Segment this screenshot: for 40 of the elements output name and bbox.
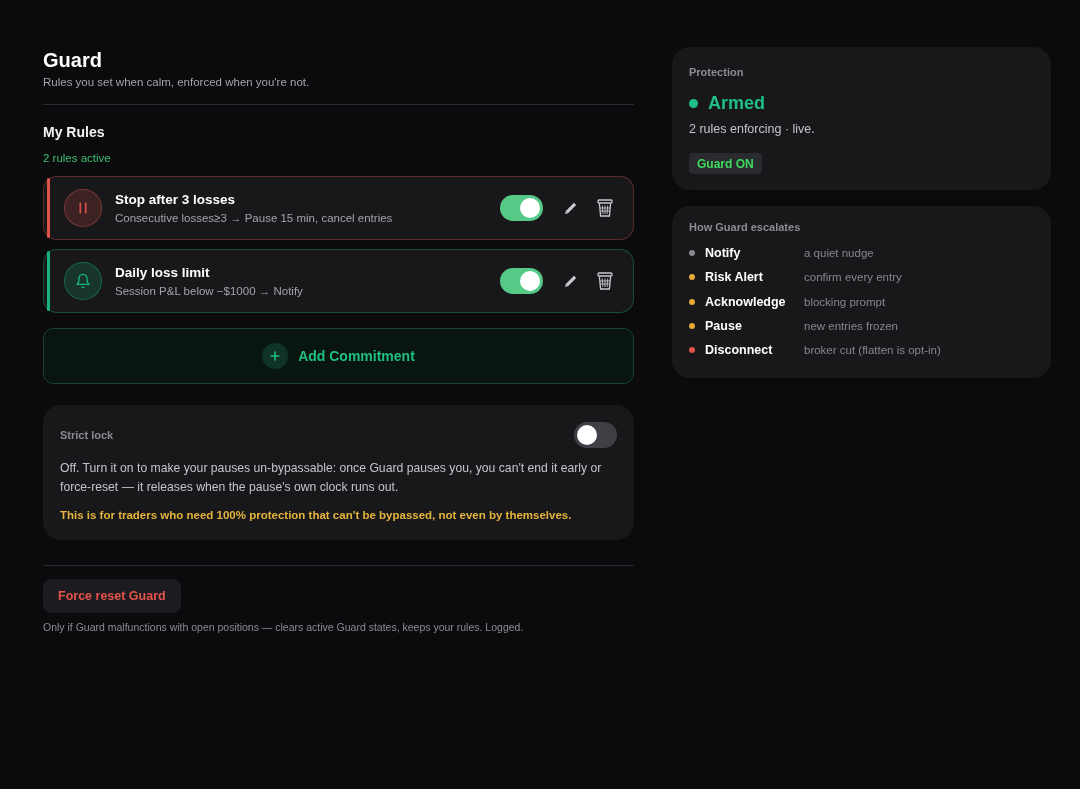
add-commitment-button[interactable]: Add Commitment bbox=[43, 328, 634, 384]
level-name: Notify bbox=[705, 246, 742, 261]
rule-title: Daily loss limit bbox=[115, 263, 211, 282]
level-name: Acknowledge bbox=[705, 294, 787, 309]
toggle-switch[interactable] bbox=[500, 268, 543, 294]
rule-detail: Consecutive losses≥3 → Pause 15 min, cancel entries bbox=[115, 210, 394, 226]
plus-icon bbox=[262, 343, 289, 369]
page-subtitle: Rules you set when calm, enforced when you're not. bbox=[43, 75, 311, 90]
strict-lock-description: Off. Turn it on to make your pauses un-bypassable: once Guard pauses you, you can't end it early or force-reset — it releases when the pause's own clock runs out. bbox=[60, 460, 603, 496]
toggle-switch[interactable] bbox=[574, 422, 617, 448]
level-description: a quiet nudge bbox=[804, 247, 875, 260]
page-title: Guard bbox=[43, 48, 103, 72]
level-description: broker cut (flatten is opt-in) bbox=[804, 344, 942, 357]
trash-icon[interactable] bbox=[597, 199, 613, 217]
force-reset-note: Only if Guard malfunctions with open positions — clears active Guard states, keeps your rules. Logged. bbox=[43, 620, 525, 635]
pencil-icon[interactable] bbox=[564, 201, 578, 215]
level-description: new entries frozen bbox=[804, 320, 899, 333]
protection-label: Protection bbox=[689, 65, 745, 79]
toggle-switch[interactable] bbox=[500, 195, 543, 221]
guard-status-badge: Guard ON bbox=[689, 153, 762, 174]
warning-text: This is for traders who need 100% protection that can't be bypassed, not even by themselves. bbox=[60, 508, 573, 523]
protection-detail: 2 rules enforcing · live. bbox=[689, 121, 816, 138]
pause-icon bbox=[64, 189, 102, 227]
level-name: Disconnect bbox=[705, 343, 774, 358]
protection-status: Armed bbox=[708, 92, 765, 114]
pencil-icon[interactable] bbox=[564, 274, 578, 288]
level-description: confirm every entry bbox=[804, 271, 903, 284]
rule-title: Stop after 3 losses bbox=[115, 190, 237, 209]
status-dot-icon bbox=[689, 98, 698, 108]
force-reset-button[interactable]: Force reset Guard bbox=[43, 579, 181, 613]
rules-count: 2 rules active bbox=[43, 151, 112, 166]
level-name: Risk Alert bbox=[705, 270, 764, 285]
rule-detail: Session P&L below −$1000 → Notify bbox=[115, 283, 304, 299]
bell-icon bbox=[64, 262, 102, 300]
level-name: Pause bbox=[705, 319, 743, 334]
section-title: My Rules bbox=[43, 123, 106, 141]
level-description: blocking prompt bbox=[804, 295, 887, 308]
trash-icon[interactable] bbox=[597, 272, 613, 290]
escalation-title: How Guard escalates bbox=[689, 220, 802, 234]
strict-lock-label: Strict lock bbox=[60, 428, 114, 442]
